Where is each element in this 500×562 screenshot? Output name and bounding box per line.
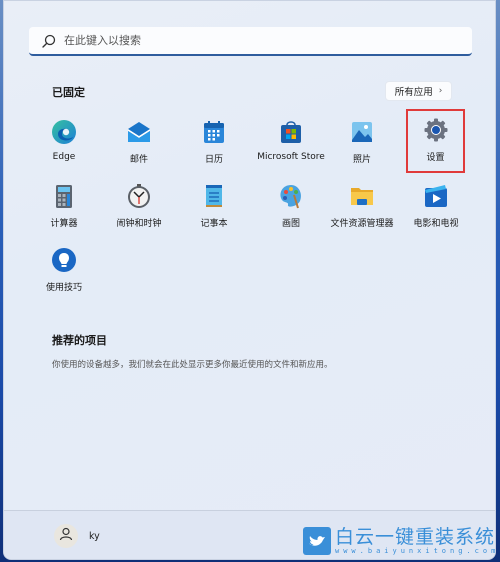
search-icon (40, 32, 58, 50)
app-label: 电影和电视 (413, 219, 459, 229)
app-file-explorer[interactable]: 文件资源管理器 (322, 177, 402, 237)
paint-icon (278, 183, 304, 209)
all-apps-label: 所有应用 (394, 87, 433, 98)
recommended-description: 你使用的设备越多，我们就会在此处显示更多你最近使用的文件和新应用。 (52, 360, 333, 370)
app-movies-tv[interactable]: 电影和电视 (396, 177, 476, 237)
edge-icon (51, 119, 77, 145)
folder-icon (349, 183, 375, 209)
app-label: 闹钟和时钟 (116, 219, 162, 229)
app-calendar[interactable]: 日历 (174, 113, 254, 173)
app-settings[interactable]: 设置 (406, 109, 465, 173)
store-icon (278, 119, 304, 145)
username[interactable]: ky (89, 531, 100, 542)
calculator-icon (51, 183, 77, 209)
notepad-icon (201, 183, 227, 209)
all-apps-button[interactable]: 所有应用 › (385, 81, 452, 101)
app-alarms-clock[interactable]: 闹钟和时钟 (99, 177, 179, 237)
settings-gear-icon (423, 117, 449, 143)
tips-lightbulb-icon (51, 247, 77, 273)
recommended-section-title: 推荐的项目 (52, 334, 107, 347)
app-label: Edge (52, 152, 76, 162)
clock-icon (126, 183, 152, 209)
app-edge[interactable]: Edge (24, 113, 104, 173)
app-label: 照片 (352, 155, 371, 165)
app-notepad[interactable]: 记事本 (174, 177, 254, 237)
app-tips[interactable]: 使用技巧 (24, 241, 104, 301)
user-avatar[interactable] (54, 524, 78, 548)
app-label: 文件资源管理器 (330, 219, 394, 229)
movies-icon (423, 183, 449, 209)
app-label: 计算器 (50, 219, 78, 229)
app-label: Microsoft Store (257, 152, 325, 162)
app-label: 使用技巧 (45, 283, 82, 293)
watermark: 白云一键重装系统 www.baiyunxitong.com (303, 527, 499, 559)
start-menu: 已固定 所有应用 › Edge (3, 0, 496, 560)
chevron-right-icon: › (438, 86, 443, 96)
user-icon (59, 527, 73, 546)
bird-logo-icon (303, 527, 331, 555)
search-input[interactable] (64, 34, 444, 47)
app-label: 日历 (204, 155, 223, 165)
photos-icon (349, 119, 375, 145)
pinned-section-title: 已固定 (52, 86, 85, 99)
app-label: 邮件 (129, 155, 148, 165)
footer-divider (4, 510, 495, 511)
mail-icon (126, 119, 152, 145)
app-mail[interactable]: 邮件 (99, 113, 179, 173)
app-paint[interactable]: 画图 (251, 177, 331, 237)
app-label: 设置 (426, 153, 445, 163)
app-label: 画图 (281, 219, 300, 229)
watermark-url: www.baiyunxitong.com (335, 547, 500, 555)
app-photos[interactable]: 照片 (322, 113, 402, 173)
app-calculator[interactable]: 计算器 (24, 177, 104, 237)
watermark-title: 白云一键重装系统 (335, 526, 496, 548)
search-box[interactable] (29, 27, 472, 56)
app-label: 记事本 (200, 219, 228, 229)
calendar-icon (201, 119, 227, 145)
